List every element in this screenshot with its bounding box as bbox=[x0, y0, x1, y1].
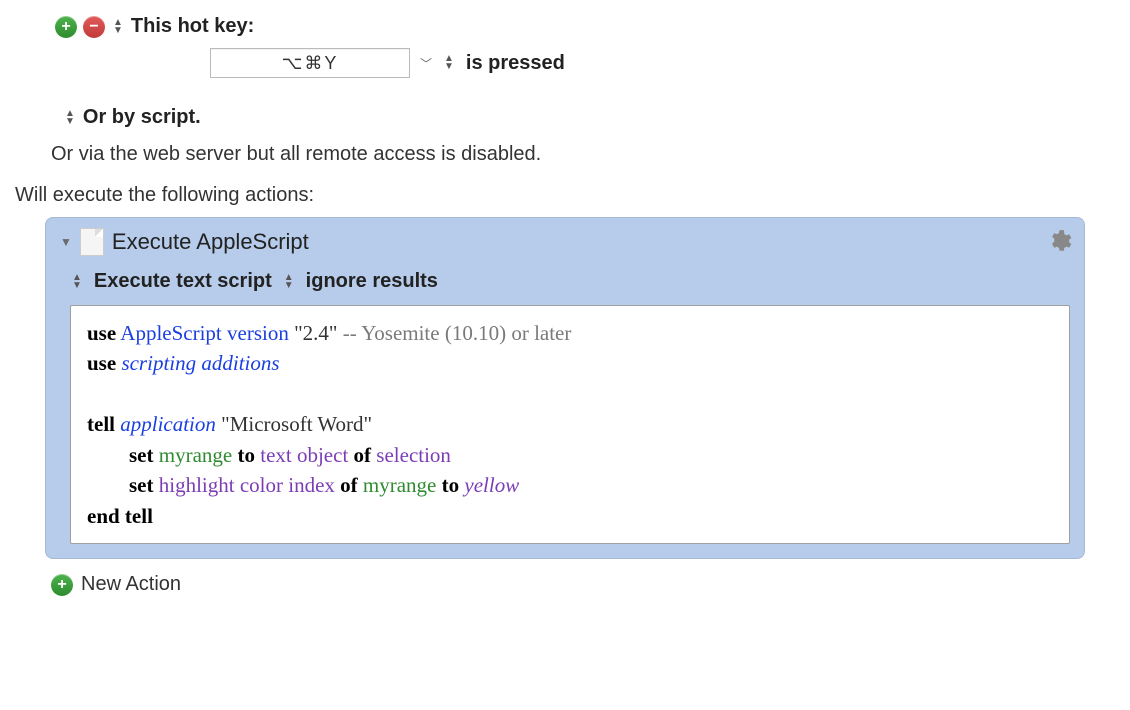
action-card[interactable]: ▼ Execute AppleScript ▲▼ Execute text sc… bbox=[45, 217, 1085, 559]
results-mode-label: ignore results bbox=[306, 270, 438, 293]
orby-stepper[interactable]: ▲▼ bbox=[63, 108, 77, 128]
add-action-icon[interactable]: + bbox=[51, 574, 73, 596]
orby-script-label: Or by script. bbox=[83, 106, 201, 129]
disclosure-icon[interactable]: ▼ bbox=[60, 235, 72, 249]
hotkey-dropdown-icon[interactable]: ﹀ bbox=[420, 55, 432, 72]
is-pressed-label: is pressed bbox=[466, 52, 565, 75]
remove-trigger-icon[interactable]: − bbox=[83, 16, 105, 38]
execute-mode-stepper[interactable]: ▲▼ bbox=[70, 272, 84, 292]
this-hot-key-label: This hot key: bbox=[131, 15, 254, 38]
remote-access-label: Or via the web server but all remote acc… bbox=[51, 143, 1115, 166]
pressed-state-stepper[interactable]: ▲▼ bbox=[442, 53, 456, 73]
hotkey-input[interactable]: ⌥⌘Y bbox=[210, 48, 410, 78]
action-title: Execute AppleScript bbox=[112, 229, 309, 255]
trigger-type-stepper[interactable]: ▲▼ bbox=[111, 17, 125, 37]
add-trigger-icon[interactable]: + bbox=[55, 16, 77, 38]
execute-mode-label: Execute text script bbox=[94, 270, 272, 293]
new-action-button[interactable]: + New Action bbox=[51, 573, 1115, 596]
gear-icon[interactable] bbox=[1046, 228, 1072, 254]
new-action-label: New Action bbox=[81, 573, 181, 596]
applescript-file-icon bbox=[80, 228, 104, 256]
results-mode-stepper[interactable]: ▲▼ bbox=[282, 272, 296, 292]
execute-actions-header: Will execute the following actions: bbox=[15, 184, 1115, 207]
script-editor[interactable]: use AppleScript version "2.4" -- Yosemit… bbox=[70, 305, 1070, 544]
